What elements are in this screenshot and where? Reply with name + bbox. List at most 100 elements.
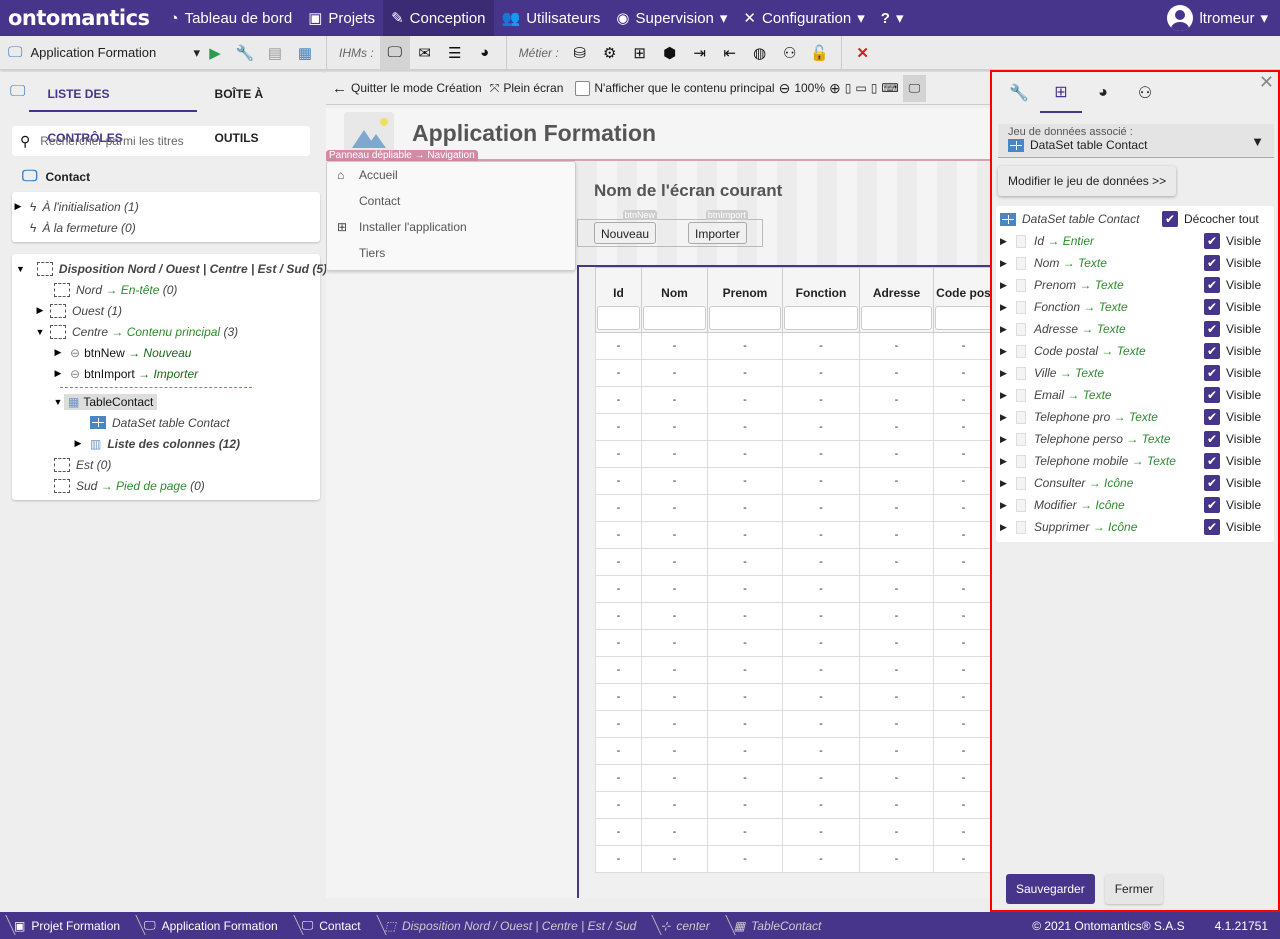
visible-checkbox[interactable]: ✔ xyxy=(1204,453,1220,469)
table-row[interactable]: ------ xyxy=(595,710,990,738)
caret-right-icon[interactable]: ▶ xyxy=(1000,280,1012,291)
tree-dataset[interactable]: DataSet table Contact xyxy=(12,412,320,433)
tree-est[interactable]: Est (0) xyxy=(12,454,320,475)
crumb-application[interactable]: 🖵 Application Formation xyxy=(130,912,288,939)
column-item[interactable]: ▶ Telephone perso → Texte ✔ Visible xyxy=(996,428,1274,450)
unlock-icon[interactable]: 🔓 xyxy=(805,44,835,62)
comment-bell-icon[interactable]: ✉ xyxy=(410,44,440,62)
column-header[interactable]: Prenom xyxy=(707,267,783,333)
brand-logo[interactable]: ontomantics xyxy=(0,6,162,30)
close-button[interactable]: Fermer xyxy=(1104,874,1164,904)
table-row[interactable]: ------ xyxy=(595,494,990,522)
visible-checkbox[interactable]: ✔ xyxy=(1204,343,1220,359)
nav-help[interactable]: ? ▾ xyxy=(873,0,912,36)
globe-gear-icon[interactable]: ◍ xyxy=(745,44,775,62)
caret-right-icon[interactable]: ▶ xyxy=(1000,302,1012,313)
nav-configuration[interactable]: ✕ Configuration ▾ xyxy=(735,0,872,36)
visible-checkbox[interactable]: ✔ xyxy=(1204,519,1220,535)
column-item[interactable]: ▶ Adresse → Texte ✔ Visible xyxy=(996,318,1274,340)
nav-supervision[interactable]: ◉ Supervision ▾ xyxy=(608,0,735,36)
close-icon[interactable]: ✕ xyxy=(848,44,878,62)
close-icon[interactable]: ✕ xyxy=(1259,72,1274,93)
column-filter-input[interactable] xyxy=(643,306,706,330)
visible-checkbox[interactable]: ✔ xyxy=(1204,299,1220,315)
table-row[interactable]: ------ xyxy=(595,845,990,873)
caret-right-icon[interactable]: ▶ xyxy=(34,305,46,316)
column-filter-input[interactable] xyxy=(709,306,781,330)
tree-sud[interactable]: Sud → Pied de page (0) xyxy=(12,475,320,496)
nav-link-install[interactable]: ⊞ Installer l'application xyxy=(327,214,575,240)
column-item[interactable]: ▶ Ville → Texte ✔ Visible xyxy=(996,362,1274,384)
caret-down-icon[interactable]: ▼ xyxy=(16,264,25,274)
wrench-icon[interactable]: 🔧 xyxy=(230,44,260,62)
nav-utilisateurs[interactable]: 👥 Utilisateurs xyxy=(494,0,609,36)
tree-btnnew[interactable]: ▶ ⊖ btnNew → Nouveau xyxy=(12,342,320,363)
table-row[interactable]: ------ xyxy=(595,440,990,468)
palette-icon[interactable]: ◕ xyxy=(1082,73,1124,113)
column-item[interactable]: ▶ Fonction → Texte ✔ Visible xyxy=(996,296,1274,318)
wrench-icon[interactable]: 🔧 xyxy=(998,73,1040,113)
fullscreen-button[interactable]: Plein écran xyxy=(503,81,563,95)
caret-right-icon[interactable]: ▶ xyxy=(1000,346,1012,357)
column-header[interactable]: Code pos xyxy=(933,267,990,333)
table-row[interactable]: ------ xyxy=(595,359,990,387)
table-row[interactable]: ------ xyxy=(595,332,990,360)
caret-right-icon[interactable]: ▶ xyxy=(1000,324,1012,335)
column-filter-input[interactable] xyxy=(784,306,858,330)
cogs-icon[interactable]: ⚙ xyxy=(595,44,625,62)
tree-tablecontact[interactable]: ▼ ▦ TableContact xyxy=(12,391,320,412)
cube-icon[interactable]: ⬢ xyxy=(655,44,685,62)
export-icon[interactable]: ⇥ xyxy=(685,44,715,62)
desktop-icon[interactable]: 🖵 xyxy=(379,35,410,70)
caret-right-icon[interactable]: ▶ xyxy=(12,201,24,212)
dataset-select[interactable]: Jeu de données associé : DataSet table C… xyxy=(998,124,1274,158)
table-row[interactable]: ------ xyxy=(595,656,990,684)
column-item[interactable]: ▶ Prenom → Texte ✔ Visible xyxy=(996,274,1274,296)
crumb-project[interactable]: ▣ Projet Formation xyxy=(0,912,130,939)
desktop-icon[interactable]: 🖵 xyxy=(902,74,927,102)
visible-checkbox[interactable]: ✔ xyxy=(1204,277,1220,293)
visible-checkbox[interactable]: ✔ xyxy=(1204,497,1220,513)
column-header[interactable]: Adresse xyxy=(859,267,934,333)
laptop-icon[interactable]: ⌨ xyxy=(881,81,898,95)
table-icon[interactable]: ⊞ xyxy=(1040,73,1082,113)
tree-centre[interactable]: ▼ Centre → Contenu principal (3) xyxy=(12,321,320,342)
column-item[interactable]: ▶ Code postal → Texte ✔ Visible xyxy=(996,340,1274,362)
visible-checkbox[interactable]: ✔ xyxy=(1204,431,1220,447)
column-item[interactable]: ▶ Id → Entier ✔ Visible xyxy=(996,230,1274,252)
screen-title[interactable]: 🖵 Contact xyxy=(22,168,322,186)
table-row[interactable]: ------ xyxy=(595,764,990,792)
palette-icon[interactable]: ◕ xyxy=(470,44,500,61)
nouveau-button[interactable]: Nouveau btnNew xyxy=(594,210,658,244)
table-row[interactable]: ------ xyxy=(595,602,990,630)
crumb-table[interactable]: ▦ TableContact xyxy=(720,912,832,939)
caret-right-icon[interactable]: ▶ xyxy=(52,347,64,358)
nav-link-tiers[interactable]: Tiers xyxy=(327,240,575,266)
crumb-screen[interactable]: 🖵 Contact xyxy=(288,912,371,939)
visible-checkbox[interactable]: ✔ xyxy=(1204,409,1220,425)
main-only-checkbox[interactable] xyxy=(575,80,591,96)
visible-checkbox[interactable]: ✔ xyxy=(1204,233,1220,249)
column-item[interactable]: ▶ Supprimer → Icône ✔ Visible xyxy=(996,516,1274,538)
menu-icon[interactable]: ☰ xyxy=(440,44,470,62)
mobile-icon[interactable]: ▯ xyxy=(845,81,852,95)
caret-right-icon[interactable]: ▶ xyxy=(1000,390,1012,401)
visible-checkbox[interactable]: ✔ xyxy=(1204,475,1220,491)
database-table-icon[interactable]: ▦ xyxy=(290,44,320,62)
table-row[interactable]: ------ xyxy=(595,548,990,576)
tab-liste-controles[interactable]: LISTE DES CONTRÔLES xyxy=(29,72,197,145)
table-row[interactable]: ------ xyxy=(595,791,990,819)
column-item[interactable]: ▶ Consulter → Icône ✔ Visible xyxy=(996,472,1274,494)
table-row[interactable]: ------ xyxy=(595,683,990,711)
tablet-icon[interactable]: ▯ xyxy=(871,81,878,95)
nav-link-contact[interactable]: Contact xyxy=(327,188,575,214)
column-filter-input[interactable] xyxy=(935,306,990,330)
tree-layout[interactable]: ▼ Disposition Nord / Ouest | Centre | Est… xyxy=(12,258,327,279)
caret-right-icon[interactable]: ▶ xyxy=(1000,478,1012,489)
visible-checkbox[interactable]: ✔ xyxy=(1204,321,1220,337)
save-button[interactable]: Sauvegarder xyxy=(1006,874,1095,904)
import-icon[interactable]: ⇤ xyxy=(715,44,745,62)
nav-projets[interactable]: ▣ Projets xyxy=(300,0,383,36)
table-row[interactable]: ------ xyxy=(595,629,990,657)
tree-columns[interactable]: ▶ ▥ Liste des colonnes (12) xyxy=(12,433,320,454)
